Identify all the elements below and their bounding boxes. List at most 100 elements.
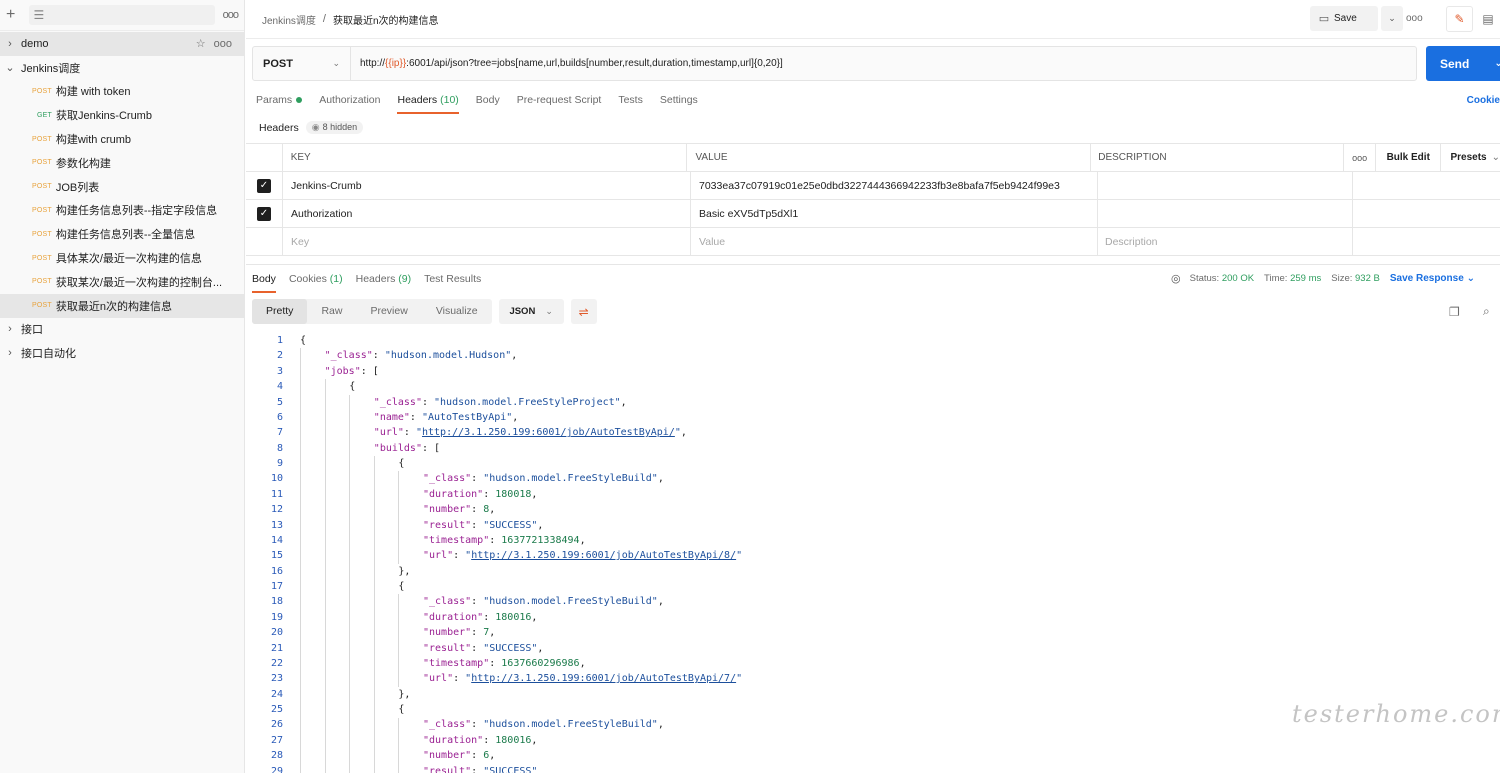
sidebar-request[interactable]: POST 参数化构建 bbox=[0, 151, 244, 175]
sidebar-collection[interactable]: › 接口自动化 bbox=[0, 341, 244, 365]
cookies-link[interactable]: Cookie bbox=[1467, 95, 1500, 106]
edit-icon[interactable]: ✎ bbox=[1446, 6, 1473, 32]
json-number: 180016 bbox=[495, 734, 532, 746]
send-button[interactable]: Send ⌄ bbox=[1426, 46, 1500, 81]
line-number: 26 bbox=[270, 719, 283, 731]
json-url-link[interactable]: http://3.1.250.199:6001/job/AutoTestByAp… bbox=[422, 427, 675, 438]
save-response-button[interactable]: Save Response ⌄ bbox=[1390, 273, 1475, 284]
format-select[interactable]: JSON ⌄ bbox=[498, 299, 564, 324]
size-info[interactable]: Size: 932 B bbox=[1331, 273, 1380, 284]
documentation-icon[interactable]: ▤ bbox=[1476, 6, 1500, 32]
sidebar-request[interactable]: POST 构建with crumb bbox=[0, 127, 244, 151]
json-key: "_class" bbox=[423, 719, 472, 731]
header-description[interactable] bbox=[1098, 200, 1353, 227]
json-punct: : bbox=[489, 657, 502, 669]
time-info[interactable]: Time: 259 ms bbox=[1264, 273, 1321, 284]
code-line: 12 "number": 8, bbox=[246, 502, 1500, 517]
send-dropdown-chevron-icon[interactable]: ⌄ bbox=[1494, 58, 1500, 69]
checkbox[interactable]: ✓ bbox=[257, 178, 271, 193]
line-number: 5 bbox=[276, 396, 283, 408]
copy-icon[interactable]: ❐ bbox=[1449, 305, 1460, 319]
header-value[interactable]: Basic eXV5dTp5dXl1 bbox=[691, 200, 1098, 227]
header-key[interactable]: Authorization bbox=[283, 200, 691, 227]
tab-authorization[interactable]: Authorization bbox=[319, 90, 380, 114]
chevron-down-icon[interactable]: ⌄ bbox=[2, 61, 18, 74]
json-punct: : bbox=[453, 673, 466, 685]
sidebar-request[interactable]: POST 构建任务信息列表--全量信息 bbox=[0, 222, 244, 246]
checkbox[interactable]: ✓ bbox=[257, 206, 271, 221]
chevron-right-icon[interactable]: › bbox=[2, 323, 18, 335]
json-key: "_class" bbox=[373, 396, 422, 408]
sidebar-request[interactable]: POST JOB列表 bbox=[0, 175, 244, 199]
key-placeholder-input[interactable]: Key bbox=[283, 228, 691, 255]
star-icon[interactable]: ☆ bbox=[196, 37, 206, 50]
checkbox-cell: ✓ bbox=[246, 172, 283, 199]
status-info[interactable]: Status: 200 OK bbox=[1190, 273, 1254, 284]
json-punct: , bbox=[579, 657, 586, 669]
value-placeholder-input[interactable]: Value bbox=[691, 228, 1098, 255]
chevron-down-icon: ⌄ bbox=[1466, 273, 1475, 284]
response-tab-headers[interactable]: Headers (9) bbox=[356, 265, 411, 293]
save-dropdown-chevron-icon[interactable]: ⌄ bbox=[1381, 6, 1403, 31]
tab-tests[interactable]: Tests bbox=[618, 90, 643, 114]
code-text: "jobs": [ bbox=[300, 364, 379, 379]
view-pretty-button[interactable]: Pretty bbox=[252, 299, 308, 324]
sidebar-request[interactable]: POST 构建 with token bbox=[0, 80, 244, 104]
response-tab-body[interactable]: Body bbox=[252, 265, 276, 293]
sidebar-request[interactable]: POST 构建任务信息列表--指定字段信息 bbox=[0, 199, 244, 223]
plus-icon[interactable]: + bbox=[6, 7, 19, 23]
more-icon[interactable]: ooo bbox=[1344, 144, 1376, 171]
view-visualize-button[interactable]: Visualize bbox=[422, 299, 492, 324]
json-string: "SUCCESS" bbox=[483, 642, 538, 654]
breadcrumb-parent[interactable]: Jenkins调度 bbox=[262, 12, 316, 27]
tab-params[interactable]: Params bbox=[256, 90, 303, 114]
response-tab-cookies[interactable]: Cookies (1) bbox=[289, 265, 343, 293]
header-key[interactable]: Jenkins-Crumb bbox=[283, 172, 691, 199]
tab-headers[interactable]: Headers (10) bbox=[397, 90, 459, 114]
json-punct: { bbox=[300, 335, 307, 346]
chevron-right-icon[interactable]: › bbox=[2, 347, 18, 359]
code-text: "_class": "hudson.model.FreeStyleBuild", bbox=[300, 717, 664, 732]
code-text: }, bbox=[300, 564, 410, 579]
json-key: "_class" bbox=[423, 596, 472, 608]
chevron-right-icon[interactable]: › bbox=[2, 38, 18, 50]
sidebar-request[interactable]: POST 具体某次/最近一次构建的信息 bbox=[0, 246, 244, 270]
filter-input[interactable]: ☰ bbox=[29, 5, 215, 25]
sidebar-request[interactable]: POST 获取最近n次的构建信息 bbox=[0, 293, 244, 318]
tab-settings[interactable]: Settings bbox=[660, 90, 698, 114]
search-icon[interactable]: ⌕ bbox=[1483, 304, 1490, 319]
tab-body[interactable]: Body bbox=[476, 90, 500, 114]
header-description[interactable] bbox=[1098, 172, 1353, 199]
response-tab-test-results[interactable]: Test Results bbox=[424, 265, 481, 293]
tab-pre-request-script[interactable]: Pre-request Script bbox=[517, 90, 602, 114]
save-button[interactable]: ▭ Save ⌄ bbox=[1310, 6, 1403, 31]
more-icon[interactable]: ooo bbox=[223, 9, 239, 21]
json-url-link[interactable]: http://3.1.250.199:6001/job/AutoTestByAp… bbox=[471, 550, 736, 561]
sidebar-collection[interactable]: › demo ☆ ooo bbox=[0, 32, 244, 56]
json-url-link[interactable]: http://3.1.250.199:6001/job/AutoTestByAp… bbox=[471, 673, 736, 684]
url-input[interactable]: http://{{ip}}:6001/api/json?tree=jobs[na… bbox=[351, 58, 783, 69]
page-title[interactable]: 获取最近n次的构建信息 bbox=[333, 12, 439, 27]
hidden-headers-toggle[interactable]: ◉ 8 hidden bbox=[305, 121, 364, 134]
json-punct: : bbox=[372, 350, 385, 362]
wrap-lines-icon[interactable]: ⇌ bbox=[570, 299, 597, 324]
tab-count: (9) bbox=[395, 273, 412, 285]
sidebar-item-label: 构建任务信息列表--指定字段信息 bbox=[55, 205, 218, 218]
bulk-edit-button[interactable]: Bulk Edit bbox=[1376, 144, 1442, 171]
more-actions-icon[interactable]: ooo bbox=[1406, 13, 1423, 24]
globe-icon[interactable]: ◎ bbox=[1171, 272, 1181, 285]
sidebar-request[interactable]: POST 获取某次/最近一次构建的控制台... bbox=[0, 270, 244, 294]
view-raw-button[interactable]: Raw bbox=[307, 299, 356, 324]
more-icon[interactable]: ooo bbox=[214, 38, 232, 50]
line-number: 4 bbox=[276, 381, 283, 393]
description-placeholder-input[interactable]: Description bbox=[1098, 228, 1353, 255]
sidebar-request[interactable]: GET 获取Jenkins-Crumb bbox=[0, 103, 244, 127]
sidebar-item-label: 构建with crumb bbox=[55, 134, 132, 147]
method-select[interactable]: POST ⌄ bbox=[253, 47, 351, 80]
presets-button[interactable]: Presets ⌄ bbox=[1441, 144, 1500, 171]
json-punct: , bbox=[511, 350, 518, 362]
sidebar-collection[interactable]: ⌄ Jenkins调度 bbox=[0, 56, 244, 80]
view-preview-button[interactable]: Preview bbox=[356, 299, 421, 324]
header-value[interactable]: 7033ea37c07919c01e25e0dbd322744436694223… bbox=[691, 172, 1098, 199]
sidebar-collection[interactable]: › 接口 bbox=[0, 318, 244, 342]
